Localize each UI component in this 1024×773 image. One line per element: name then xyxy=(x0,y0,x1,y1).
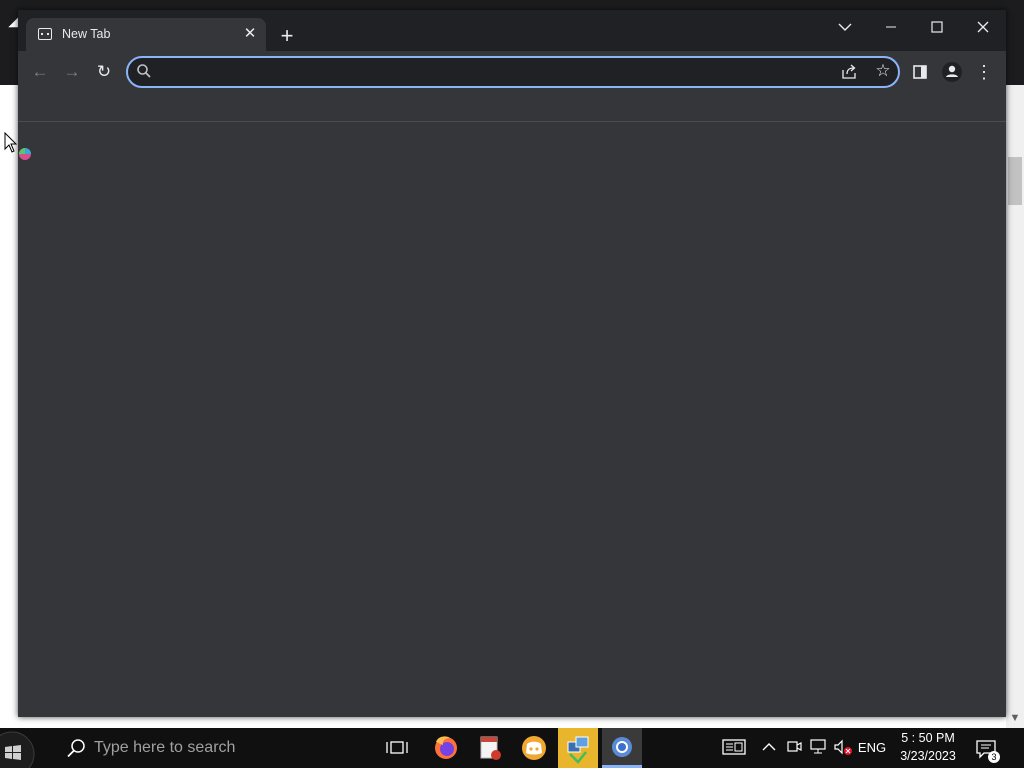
windows-logo-icon xyxy=(0,731,35,773)
scroll-down-arrow-icon[interactable]: ▼ xyxy=(1009,711,1021,725)
bookmark-star-icon[interactable]: ☆ xyxy=(872,60,894,82)
profile-button[interactable] xyxy=(940,60,964,84)
task-view-button[interactable] xyxy=(386,738,408,758)
share-icon[interactable] xyxy=(840,63,858,81)
forward-button[interactable]: → xyxy=(59,59,85,85)
show-hidden-icons-button[interactable] xyxy=(760,738,778,758)
taskbar-app-network[interactable] xyxy=(558,728,598,768)
chrome-icon xyxy=(612,737,632,757)
camera-tray-button[interactable] xyxy=(785,738,803,760)
reload-button[interactable]: ↻ xyxy=(91,59,117,85)
document-app-icon xyxy=(480,736,501,760)
taskbar-search-placeholder: Type here to search xyxy=(94,739,236,756)
address-input[interactable] xyxy=(158,61,822,85)
minimize-button[interactable] xyxy=(868,14,914,40)
close-icon xyxy=(977,21,989,33)
sad-face-icon xyxy=(38,28,52,40)
news-icon xyxy=(722,739,746,755)
news-widget-button[interactable] xyxy=(720,738,748,762)
page-content-area[interactable] xyxy=(18,122,1006,717)
browser-window: New Tab ✕ + ← → ↻ ☆ ⋮ xyxy=(18,10,1006,717)
address-bar[interactable]: ☆ xyxy=(126,56,900,88)
taskbar-app-firefox[interactable] xyxy=(426,728,466,768)
discord-icon xyxy=(522,736,546,760)
back-button[interactable]: ← xyxy=(27,59,53,85)
background-scrollbar-thumb[interactable] xyxy=(1008,157,1022,205)
maximize-button[interactable] xyxy=(914,14,960,40)
browser-toolbar: ← → ↻ ☆ ⋮ xyxy=(18,51,1006,91)
task-view-icon xyxy=(386,741,408,754)
taskbar: Type here to search ENG 5: 50 PM 3/23/2… xyxy=(0,728,1024,773)
chevron-down-icon xyxy=(838,23,852,31)
tab-close-button[interactable]: ✕ xyxy=(240,24,260,44)
close-window-button[interactable] xyxy=(960,14,1006,40)
taskbar-search-box[interactable]: Type here to search xyxy=(56,728,356,768)
camera-icon xyxy=(787,741,802,752)
tab-new-tab[interactable]: New Tab ✕ xyxy=(26,18,266,51)
network-tray-button[interactable] xyxy=(808,738,828,760)
clock-time[interactable]: 5 : 50 PM xyxy=(893,731,963,745)
search-icon xyxy=(67,739,85,758)
firefox-icon xyxy=(435,736,457,759)
notifications-count-badge: 3 xyxy=(988,751,1000,763)
new-tab-button[interactable]: + xyxy=(276,25,298,47)
maximize-icon xyxy=(931,21,943,33)
volume-tray-button[interactable] xyxy=(832,738,854,762)
side-panel-icon xyxy=(913,65,927,79)
profile-icon xyxy=(942,62,962,82)
browser-titlebar: New Tab ✕ + xyxy=(18,10,1006,51)
chevron-up-icon xyxy=(762,743,776,751)
network-icon xyxy=(810,739,826,754)
taskbar-app-discord[interactable] xyxy=(514,728,554,768)
clock-date[interactable]: 3/23/2023 xyxy=(893,749,963,763)
language-indicator[interactable]: ENG xyxy=(856,738,888,758)
volume-muted-icon xyxy=(834,739,852,755)
tab-title: New Tab xyxy=(62,27,111,41)
minimize-icon xyxy=(886,26,896,28)
network-app-icon xyxy=(567,736,589,764)
taskbar-app-chrome[interactable] xyxy=(602,728,642,768)
tab-search-button[interactable] xyxy=(822,14,868,40)
browser-menu-button[interactable]: ⋮ xyxy=(972,60,996,84)
mouse-cursor-busy-icon xyxy=(4,132,31,160)
side-panel-button[interactable] xyxy=(908,60,932,84)
search-icon xyxy=(137,64,151,78)
background-window-content xyxy=(0,85,18,728)
taskbar-app-document[interactable] xyxy=(470,728,510,768)
start-button[interactable] xyxy=(0,728,40,773)
